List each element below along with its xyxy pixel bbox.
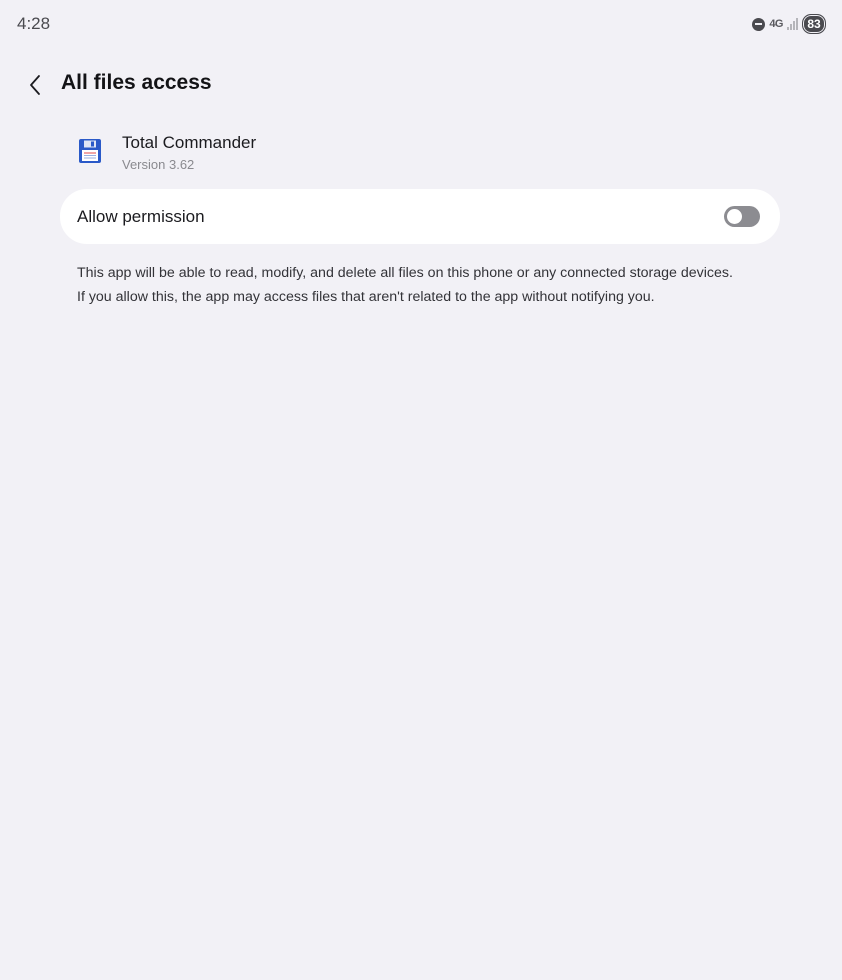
app-name: Total Commander: [122, 133, 257, 152]
allow-permission-label: Allow permission: [77, 207, 205, 226]
toggle-knob: [727, 209, 742, 224]
permission-description: This app will be able to read, modify, a…: [77, 261, 777, 309]
allow-permission-toggle[interactable]: [724, 206, 760, 227]
page-title: All files access: [61, 71, 212, 94]
do-not-disturb-icon: [752, 17, 766, 31]
allow-permission-row[interactable]: Allow permission: [60, 189, 780, 244]
description-line-2: If you allow this, the app may access fi…: [77, 289, 655, 305]
app-bar: All files access: [0, 60, 842, 108]
battery-badge: 83: [802, 14, 826, 34]
back-button[interactable]: [18, 68, 52, 102]
app-version: Version 3.62: [122, 157, 195, 172]
network-type: 4G: [769, 18, 783, 30]
status-icons: 4G 83: [752, 14, 826, 34]
status-time: 4:28: [17, 14, 51, 33]
signal-icon: [787, 18, 798, 30]
status-bar: 4:28 4G 83: [0, 0, 842, 48]
chevron-left-icon: [30, 75, 40, 95]
floppy-disk-icon: [79, 139, 101, 163]
description-line-1: This app will be able to read, modify, a…: [77, 265, 733, 281]
